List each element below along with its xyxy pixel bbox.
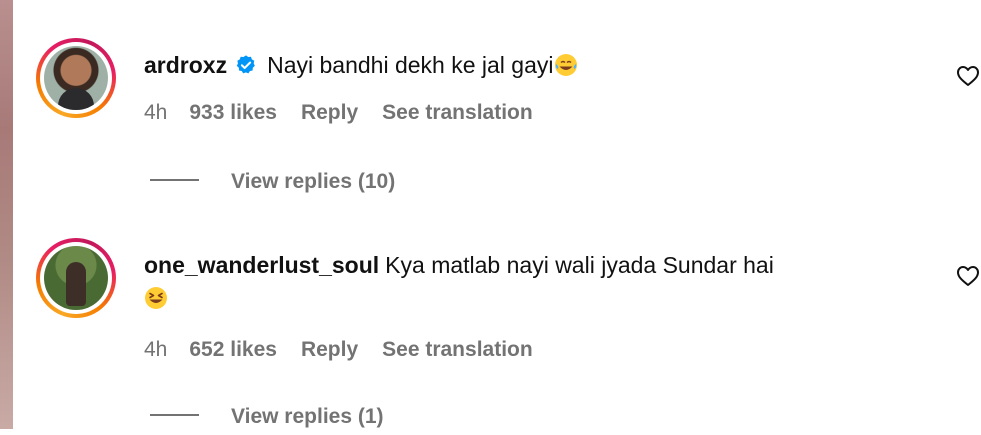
comment-line: ardroxz Nayi bandhi dekh ke jal gayi [144,50,578,80]
replies-divider [150,414,199,417]
comment-line-continued [144,283,168,313]
avatar-photo [44,46,108,110]
comment-item: ardroxz Nayi bandhi dekh ke jal gayi 4h 9… [0,0,981,230]
verified-badge-icon [236,55,255,74]
replies-divider [150,179,199,182]
comment-meta: 4h 933 likes Reply See translation [144,101,533,125]
heart-icon[interactable] [956,265,980,287]
comment-time: 4h [144,338,168,361]
likes-count[interactable]: 933 likes [189,101,277,125]
face-with-tears-of-joy-icon [554,54,577,76]
comment-text: Nayi bandhi dekh ke jal gayi [267,52,554,78]
username[interactable]: ardroxz [144,52,227,78]
comment-meta: 4h 652 likes Reply See translation [144,338,533,362]
avatar-photo [44,246,108,310]
view-replies-button[interactable]: View replies (1) [150,405,384,435]
comment-text: Kya matlab nayi wali jyada Sundar hai [385,252,774,278]
avatar[interactable] [36,38,116,118]
username[interactable]: one_wanderlust_soul [144,252,379,278]
comment-line: one_wanderlust_soul Kya matlab nayi wali … [144,250,774,280]
view-replies-button[interactable]: View replies (10) [150,170,395,200]
grinning-squinting-face-icon [145,287,167,309]
comment-time: 4h [144,101,168,124]
likes-count[interactable]: 652 likes [189,338,277,362]
avatar[interactable] [36,238,116,318]
reply-button[interactable]: Reply [301,101,358,125]
see-translation-button[interactable]: See translation [382,338,533,362]
heart-icon[interactable] [956,65,980,87]
reply-button[interactable]: Reply [301,338,358,362]
see-translation-button[interactable]: See translation [382,101,533,125]
view-replies-label: View replies (1) [231,405,384,428]
view-replies-label: View replies (10) [231,170,396,193]
